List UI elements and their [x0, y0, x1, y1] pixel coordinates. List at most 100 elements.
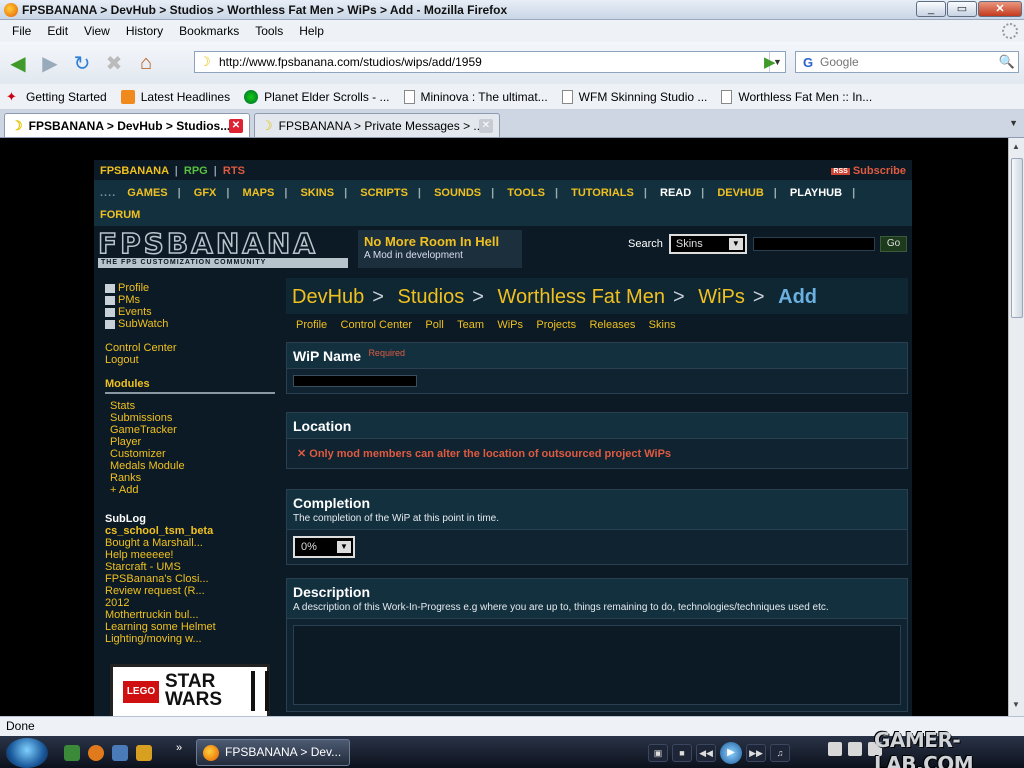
- tab-devhub[interactable]: ☽ FPSBANANA > DevHub > Studios... ✕: [4, 113, 250, 137]
- menu-tools[interactable]: Tools: [247, 24, 291, 38]
- bookmark-planet-elder-scrolls[interactable]: Planet Elder Scrolls - ...: [244, 89, 390, 104]
- sublog-item[interactable]: Mothertruckin bul...: [105, 609, 199, 621]
- nav-sounds[interactable]: SOUNDS: [434, 187, 481, 199]
- nav-games[interactable]: GAMES: [127, 187, 167, 199]
- nav-skins[interactable]: SKINS: [300, 187, 334, 199]
- menu-help[interactable]: Help: [291, 24, 332, 38]
- tray-icon[interactable]: [828, 742, 842, 756]
- module-medals[interactable]: Medals Module: [110, 460, 185, 472]
- nav-tutorials[interactable]: TUTORIALS: [571, 187, 634, 199]
- tab-private-messages[interactable]: ☽ FPSBANANA > Private Messages > ... ✕: [254, 113, 500, 137]
- quicklaunch-icon[interactable]: [64, 745, 80, 761]
- tab-list-dropdown-icon[interactable]: ▼: [1009, 118, 1018, 128]
- sidebar-logout[interactable]: Logout: [105, 354, 139, 366]
- sublog-item[interactable]: Lighting/moving w...: [105, 633, 202, 645]
- nav-maps[interactable]: MAPS: [243, 187, 275, 199]
- module-submissions[interactable]: Submissions: [110, 412, 172, 424]
- bookmark-latest-headlines[interactable]: Latest Headlines: [120, 89, 230, 104]
- reload-icon[interactable]: ↻: [68, 49, 96, 77]
- search-input[interactable]: [820, 55, 996, 69]
- module-stats[interactable]: Stats: [110, 400, 135, 412]
- forward-arrow-icon[interactable]: ▶: [36, 49, 64, 77]
- subnav-poll[interactable]: Poll: [425, 314, 443, 336]
- sidebar-pms[interactable]: PMs: [105, 294, 140, 306]
- rpg-link[interactable]: RPG: [184, 165, 208, 177]
- maximize-button[interactable]: ▭: [947, 1, 977, 17]
- sublog-item[interactable]: Review request (R...: [105, 585, 205, 597]
- search-icon[interactable]: 🔍: [996, 54, 1018, 70]
- search-bar[interactable]: G 🔍: [795, 51, 1019, 73]
- breadcrumb-studio[interactable]: Worthless Fat Men: [497, 286, 664, 308]
- taskbar-firefox-window[interactable]: FPSBANANA > Dev...: [196, 739, 350, 766]
- subnav-wips[interactable]: WiPs: [497, 314, 523, 336]
- module-ranks[interactable]: Ranks: [110, 472, 141, 484]
- sidebar-profile[interactable]: Profile: [105, 282, 149, 294]
- sublog-item[interactable]: FPSBanana's Closi...: [105, 573, 209, 585]
- url-bar[interactable]: ☽ http://www.fpsbanana.com/studios/wips/…: [194, 51, 786, 73]
- menu-edit[interactable]: Edit: [39, 24, 76, 38]
- module-player[interactable]: Player: [110, 436, 141, 448]
- close-button[interactable]: ✕: [978, 1, 1022, 17]
- menu-history[interactable]: History: [118, 24, 171, 38]
- site-search-go-button[interactable]: Go: [879, 236, 908, 252]
- subnav-profile[interactable]: Profile: [296, 314, 327, 336]
- firefox-quicklaunch-icon[interactable]: [88, 745, 104, 761]
- bookmark-getting-started[interactable]: ✦ Getting Started: [6, 89, 107, 104]
- scroll-down-icon[interactable]: ▼: [1012, 700, 1020, 709]
- nav-scripts[interactable]: SCRIPTS: [360, 187, 408, 199]
- menu-view[interactable]: View: [76, 24, 118, 38]
- mini-player-icon[interactable]: ▣: [648, 744, 668, 762]
- rts-link[interactable]: RTS: [223, 165, 245, 177]
- home-icon[interactable]: ⌂: [132, 49, 160, 77]
- sublog-item[interactable]: cs_school_tsm_beta: [105, 525, 213, 537]
- nav-read[interactable]: READ: [660, 187, 691, 199]
- module-add[interactable]: + Add: [110, 484, 138, 496]
- sidebar-control-center[interactable]: Control Center: [105, 342, 177, 354]
- play-icon[interactable]: ▶: [720, 742, 742, 764]
- module-gametracker[interactable]: GameTracker: [110, 424, 177, 436]
- next-track-icon[interactable]: ▶▶: [746, 744, 766, 762]
- nav-forum[interactable]: FORUM: [100, 209, 140, 221]
- promo-box[interactable]: No More Room In Hell A Mod in developmen…: [358, 230, 522, 268]
- menu-file[interactable]: File: [4, 24, 39, 38]
- sublog-item[interactable]: Help meeeee!: [105, 549, 174, 561]
- volume-icon[interactable]: ♫: [770, 744, 790, 762]
- quicklaunch-overflow-icon[interactable]: »: [176, 742, 192, 758]
- subnav-team[interactable]: Team: [457, 314, 484, 336]
- subnav-control-center[interactable]: Control Center: [341, 314, 413, 336]
- previous-track-icon[interactable]: ◀◀: [696, 744, 716, 762]
- module-customizer[interactable]: Customizer: [110, 448, 166, 460]
- breadcrumb-wips[interactable]: WiPs: [698, 286, 745, 308]
- completion-select[interactable]: 0% ▼: [293, 536, 355, 558]
- breadcrumb-devhub[interactable]: DevHub: [292, 286, 364, 308]
- wip-name-input[interactable]: [293, 375, 417, 387]
- bookmark-mininova[interactable]: Mininova : The ultimat...: [403, 89, 548, 104]
- nav-tools[interactable]: TOOLS: [507, 187, 545, 199]
- description-textarea[interactable]: [293, 625, 901, 705]
- bookmark-worthless-fat-men[interactable]: Worthless Fat Men :: In...: [721, 89, 872, 104]
- subnav-projects[interactable]: Projects: [536, 314, 576, 336]
- media-player-quicklaunch-icon[interactable]: [136, 745, 152, 761]
- start-button[interactable]: [6, 738, 48, 768]
- sublog-item[interactable]: Starcraft - UMS: [105, 561, 181, 573]
- sublog-item[interactable]: Bought a Marshall...: [105, 537, 203, 549]
- minimize-button[interactable]: _: [916, 1, 946, 17]
- google-engine-icon[interactable]: G: [796, 55, 820, 70]
- sidebar-events[interactable]: Events: [105, 306, 152, 318]
- back-arrow-icon[interactable]: ◀: [4, 49, 32, 77]
- stop-icon[interactable]: ✖: [100, 49, 128, 77]
- stop-media-icon[interactable]: ■: [672, 744, 692, 762]
- subscribe-link[interactable]: RSS Subscribe: [831, 165, 906, 177]
- url-text[interactable]: http://www.fpsbanana.com/studios/wips/ad…: [219, 55, 769, 69]
- nav-gfx[interactable]: GFX: [194, 187, 217, 199]
- scroll-up-icon[interactable]: ▲: [1012, 142, 1020, 151]
- menu-bookmarks[interactable]: Bookmarks: [171, 24, 247, 38]
- lego-star-wars-ad[interactable]: LEGO STAR WARS: [110, 664, 270, 716]
- page-scrollbar[interactable]: ▲ ▼: [1008, 138, 1024, 716]
- show-desktop-icon[interactable]: [112, 745, 128, 761]
- sublog-item[interactable]: Learning some Helmet: [105, 621, 216, 633]
- nav-devhub[interactable]: DEVHUB: [717, 187, 763, 199]
- subnav-releases[interactable]: Releases: [589, 314, 635, 336]
- go-arrow-icon[interactable]: ▶: [764, 53, 776, 71]
- bookmark-wfm-skinning[interactable]: WFM Skinning Studio ...: [561, 89, 707, 104]
